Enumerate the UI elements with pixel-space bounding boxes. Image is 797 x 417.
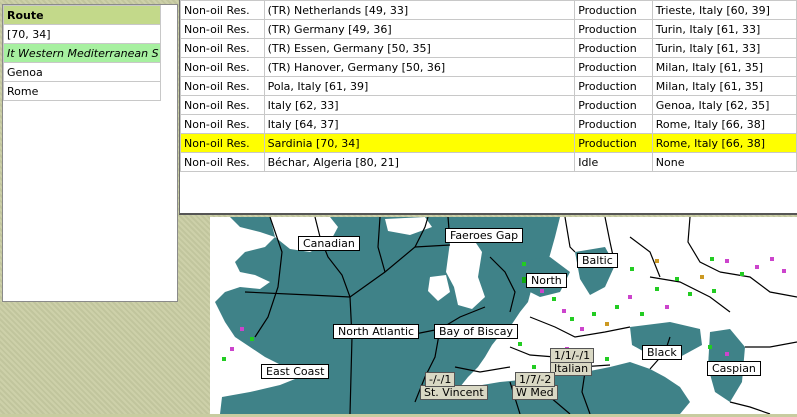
unit-type-cell[interactable]: Non-oil Res. — [180, 114, 265, 134]
unit-type-cell[interactable]: Non-oil Res. — [180, 38, 265, 58]
unit-type-cell[interactable]: Non-oil Res. — [180, 0, 265, 20]
units-table: Non-oil Res. (TR) Netherlands [49, 33] Pro… — [180, 0, 797, 172]
region-label-bay-of-biscay[interactable]: Bay of Biscay — [434, 324, 519, 339]
unit-location-cell[interactable]: Pola, Italy [61, 39] — [263, 76, 576, 96]
unit-row[interactable]: Non-oil Res. Italy [64, 37] Production Rome… — [180, 114, 797, 134]
unit-type-cell[interactable]: Non-oil Res. — [180, 95, 265, 115]
unit-row[interactable]: Non-oil Res. Sardinia [70, 34] Production R… — [180, 133, 797, 153]
unit-location-cell[interactable]: (TR) Hanover, Germany [50, 36] — [263, 57, 576, 77]
unit-row[interactable]: Non-oil Res. Béchar, Algeria [80, 21] Idle… — [180, 152, 797, 172]
region-label-st-vincent[interactable]: St. Vincent — [420, 385, 488, 400]
unit-status-cell[interactable]: Production — [574, 57, 653, 77]
unit-row[interactable]: Non-oil Res. (TR) Netherlands [49, 33] Pro… — [180, 0, 797, 20]
route-item[interactable]: Genoa — [3, 62, 161, 82]
region-label-faeroes-gap[interactable]: Faeroes Gap — [445, 228, 524, 243]
unit-location-cell[interactable]: Italy [62, 33] — [263, 95, 576, 115]
unit-status-cell[interactable]: Production — [574, 114, 653, 134]
units-panel: Non-oil Res. (TR) Netherlands [49, 33] Pro… — [179, 0, 797, 215]
route-table: Route [70, 34] It Western Mediterranean … — [3, 5, 161, 101]
route-header: Route — [3, 5, 161, 25]
region-label-canadian[interactable]: Canadian — [298, 236, 360, 251]
unit-status-cell[interactable]: Production — [574, 133, 653, 153]
unit-row[interactable]: Non-oil Res. Pola, Italy [61, 39] Producti… — [180, 76, 797, 96]
region-label-north-atlantic[interactable]: North Atlantic — [333, 324, 420, 339]
unit-location-cell[interactable]: Sardinia [70, 34] — [263, 133, 576, 153]
route-item-selected[interactable]: It Western Mediterranean S — [3, 43, 161, 63]
unit-location-cell[interactable]: (TR) Essen, Germany [50, 35] — [263, 38, 576, 58]
unit-location-cell[interactable]: (TR) Netherlands [49, 33] — [263, 0, 576, 20]
force-tag-italian[interactable]: 1/1/-/1 — [550, 348, 595, 363]
unit-type-cell[interactable]: Non-oil Res. — [180, 19, 265, 39]
route-item-label[interactable]: It Western Mediterranean S — [3, 43, 161, 63]
unit-destination-cell[interactable]: None — [651, 152, 797, 172]
unit-status-cell[interactable]: Production — [574, 95, 653, 115]
unit-destination-cell[interactable]: Rome, Italy [66, 38] — [651, 114, 797, 134]
unit-row[interactable]: Non-oil Res. (TR) Germany [49, 36] Product… — [180, 19, 797, 39]
unit-status-cell[interactable]: Production — [574, 19, 653, 39]
region-label-east-coast[interactable]: East Coast — [261, 364, 330, 379]
force-tag-st-vincent[interactable]: -/-/1 — [425, 372, 456, 387]
region-label-baltic[interactable]: Baltic — [577, 253, 618, 268]
route-item[interactable]: Rome — [3, 81, 161, 101]
unit-destination-cell[interactable]: Milan, Italy [61, 35] — [651, 76, 797, 96]
unit-destination-cell[interactable]: Turin, Italy [61, 33] — [651, 19, 797, 39]
region-label-caspian[interactable]: Caspian — [707, 361, 761, 376]
unit-type-cell[interactable]: Non-oil Res. — [180, 76, 265, 96]
unit-status-cell[interactable]: Production — [574, 38, 653, 58]
region-label-black[interactable]: Black — [642, 345, 682, 360]
region-label-italian[interactable]: Italian — [550, 361, 593, 376]
route-item-label[interactable]: [70, 34] — [3, 24, 161, 44]
route-header-row: Route — [3, 5, 161, 25]
unit-type-cell[interactable]: Non-oil Res. — [180, 57, 265, 77]
unit-status-cell[interactable]: Idle — [574, 152, 653, 172]
unit-destination-cell[interactable]: Milan, Italy [61, 35] — [651, 57, 797, 77]
unit-location-cell[interactable]: Italy [64, 37] — [263, 114, 576, 134]
unit-type-cell[interactable]: Non-oil Res. — [180, 133, 265, 153]
unit-destination-cell[interactable]: Turin, Italy [61, 33] — [651, 38, 797, 58]
unit-status-cell[interactable]: Production — [574, 0, 653, 20]
region-label-north[interactable]: North — [526, 273, 567, 288]
unit-destination-cell[interactable]: Rome, Italy [66, 38] — [651, 133, 797, 153]
unit-row[interactable]: Non-oil Res. (TR) Hanover, Germany [50, 3… — [180, 57, 797, 77]
region-label-w-med[interactable]: W Med — [512, 385, 558, 400]
unit-destination-cell[interactable]: Trieste, Italy [60, 39] — [651, 0, 797, 20]
unit-location-cell[interactable]: Béchar, Algeria [80, 21] — [263, 152, 576, 172]
map-view[interactable]: Canadian Faeroes Gap North Baltic North … — [210, 216, 797, 415]
unit-row[interactable]: Non-oil Res. (TR) Essen, Germany [50, 35]… — [180, 38, 797, 58]
route-item[interactable]: [70, 34] — [3, 24, 161, 44]
unit-type-cell[interactable]: Non-oil Res. — [180, 152, 265, 172]
force-tag-w-med[interactable]: 1/7/-2 — [515, 372, 556, 387]
unit-status-cell[interactable]: Production — [574, 76, 653, 96]
route-item-label[interactable]: Rome — [3, 81, 161, 101]
route-panel: Route [70, 34] It Western Mediterranean … — [2, 4, 178, 302]
route-item-label[interactable]: Genoa — [3, 62, 161, 82]
unit-location-cell[interactable]: (TR) Germany [49, 36] — [263, 19, 576, 39]
unit-row[interactable]: Non-oil Res. Italy [62, 33] Production Geno… — [180, 95, 797, 115]
unit-destination-cell[interactable]: Genoa, Italy [62, 35] — [651, 95, 797, 115]
